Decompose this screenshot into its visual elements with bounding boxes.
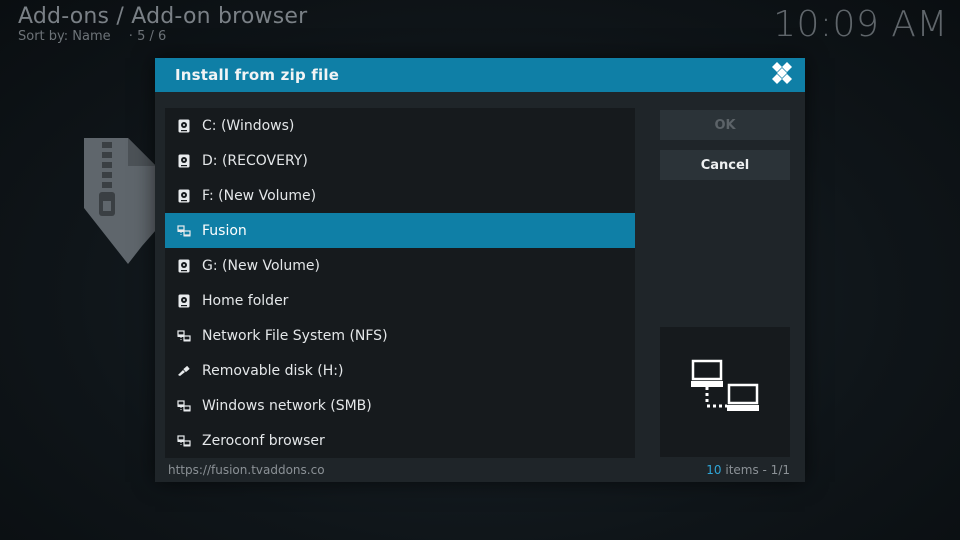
- network-icon: [176, 223, 192, 239]
- clock: 10:09 AM: [773, 4, 948, 45]
- list-item-label: F: (New Volume): [202, 187, 317, 204]
- hard-drive-icon: [176, 118, 192, 134]
- network-preview-icon: [687, 357, 763, 427]
- current-path: https://fusion.tvaddons.co: [168, 463, 325, 477]
- list-item[interactable]: Removable disk (H:): [165, 353, 635, 388]
- hard-drive-icon: [176, 293, 192, 309]
- hard-drive-icon: [176, 258, 192, 274]
- network-icon: [176, 398, 192, 414]
- list-item[interactable]: D: (RECOVERY): [165, 143, 635, 178]
- list-item-label: Fusion: [202, 222, 247, 239]
- network-icon: [176, 328, 192, 344]
- list-item-label: Zeroconf browser: [202, 432, 325, 449]
- list-item-label: C: (Windows): [202, 117, 295, 134]
- ok-button[interactable]: OK: [660, 110, 790, 140]
- list-item-label: G: (New Volume): [202, 257, 320, 274]
- position-counter: · 5 / 6: [128, 29, 167, 44]
- preview-panel: [660, 327, 790, 457]
- list-item-label: Network File System (NFS): [202, 327, 388, 344]
- background-breadcrumb: Add-ons / Add-on browser: [18, 4, 308, 29]
- list-item[interactable]: Home folder: [165, 283, 635, 318]
- list-item-label: D: (RECOVERY): [202, 152, 308, 169]
- item-count: 10 items - 1/1: [706, 463, 790, 477]
- list-item[interactable]: Windows network (SMB): [165, 388, 635, 423]
- usb-icon: [176, 363, 192, 379]
- list-item-label: Home folder: [202, 292, 289, 309]
- sort-label: Sort by: Name: [18, 29, 111, 44]
- dialog-title: Install from zip file: [175, 66, 340, 84]
- cancel-button[interactable]: Cancel: [660, 150, 790, 180]
- list-item[interactable]: F: (New Volume): [165, 178, 635, 213]
- network-icon: [176, 433, 192, 449]
- list-item-label: Windows network (SMB): [202, 397, 372, 414]
- kodi-logo-icon: [769, 60, 795, 90]
- hard-drive-icon: [176, 188, 192, 204]
- list-item-label: Removable disk (H:): [202, 362, 344, 379]
- install-zip-dialog: Install from zip file C: (Windows) D: (RE…: [155, 58, 805, 482]
- dialog-header: Install from zip file: [155, 58, 805, 92]
- background-sort-info: Sort by: Name · 5 / 6: [18, 29, 166, 44]
- list-item[interactable]: Zeroconf browser: [165, 423, 635, 458]
- list-item[interactable]: Network File System (NFS): [165, 318, 635, 353]
- hard-drive-icon: [176, 153, 192, 169]
- source-list: C: (Windows) D: (RECOVERY) F: (New Volume)…: [165, 108, 635, 458]
- list-item[interactable]: Fusion: [165, 213, 635, 248]
- list-item[interactable]: C: (Windows): [165, 108, 635, 143]
- list-item[interactable]: G: (New Volume): [165, 248, 635, 283]
